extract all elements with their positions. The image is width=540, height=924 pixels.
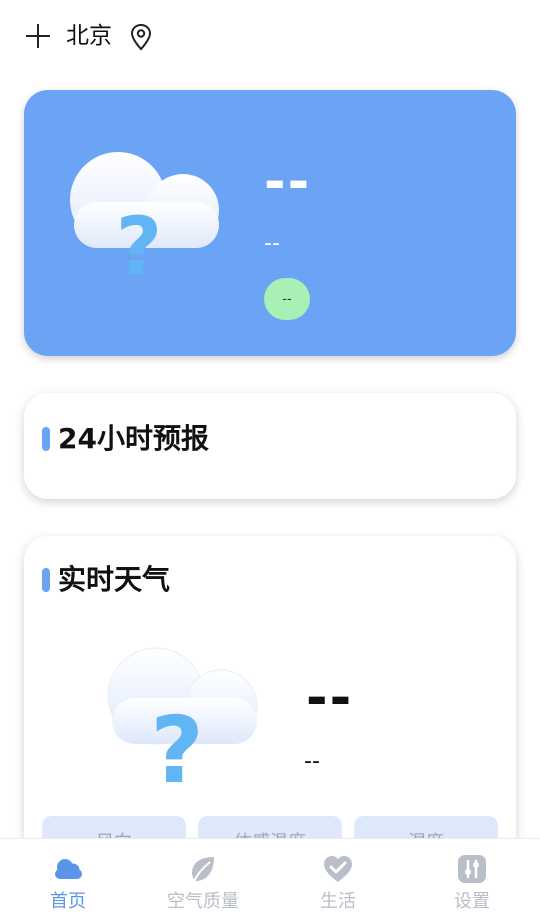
nav-label-settings: 设置 xyxy=(454,891,490,912)
map-pin-icon[interactable] xyxy=(129,23,153,51)
forecast-card-title: 24小时预报 xyxy=(42,421,209,457)
realtime-card-title: 实时天气 xyxy=(42,562,170,598)
plus-icon[interactable] xyxy=(26,24,50,48)
city-name[interactable]: 北京 xyxy=(66,21,112,51)
nav-label-home: 首页 xyxy=(50,891,86,912)
nav-item-life[interactable]: 生活 xyxy=(298,839,378,924)
svg-text:?: ? xyxy=(116,200,162,293)
top-bar: 北京 xyxy=(0,0,540,76)
bottom-navigation: 首页 空气质量 生活 设置 xyxy=(0,838,540,924)
cloud-question-icon: ? xyxy=(70,152,219,293)
realtime-description: -- xyxy=(304,749,320,774)
cloud-icon xyxy=(55,859,82,879)
aqi-badge[interactable]: -- xyxy=(264,278,310,320)
nav-label-air-quality: 空气质量 xyxy=(167,891,239,912)
leaf-icon xyxy=(192,857,214,882)
cloud-question-icon: ? xyxy=(107,647,258,794)
sliders-icon xyxy=(458,855,486,883)
title-accent-bar xyxy=(42,568,50,592)
nav-item-settings[interactable]: 设置 xyxy=(432,839,512,924)
forecast-title: 24小时预报 xyxy=(58,422,209,455)
svg-text:?: ? xyxy=(150,697,203,794)
forecast-card: 24小时预报 xyxy=(24,393,516,499)
title-accent-bar xyxy=(42,427,50,451)
nav-item-air-quality[interactable]: 空气质量 xyxy=(153,839,253,924)
nav-item-home[interactable]: 首页 xyxy=(28,839,108,924)
heart-check-icon xyxy=(324,856,352,882)
hero-temperature: -- xyxy=(264,152,312,212)
realtime-title: 实时天气 xyxy=(58,563,171,596)
realtime-temperature: -- xyxy=(306,668,354,728)
hero-description: -- xyxy=(264,231,280,256)
nav-label-life: 生活 xyxy=(320,891,356,912)
current-weather-card[interactable]: ? -- -- -- xyxy=(24,90,516,356)
